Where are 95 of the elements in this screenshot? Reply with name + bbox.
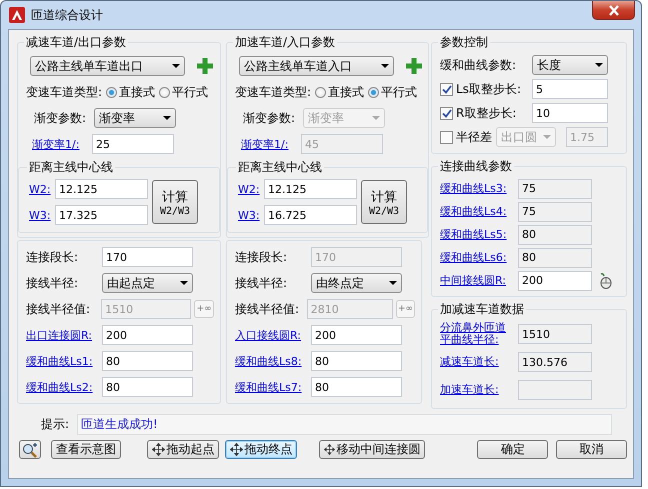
param-link[interactable]: 缓和曲线Ls1: [26, 354, 99, 368]
param-label: 接线半径: [235, 274, 288, 292]
calculate-button[interactable]: 计算 W2/W3 [361, 180, 407, 224]
ramp-type-dropdown[interactable]: 公路主线单车道出口 [30, 56, 185, 76]
caret-icon [163, 116, 171, 120]
hint-label: 提示: [41, 416, 70, 433]
caret-icon [172, 64, 180, 68]
move-icon [152, 442, 166, 457]
param-field[interactable]: 80 [311, 377, 402, 397]
checkmark-icon [442, 108, 452, 118]
width-field[interactable]: 12.125 [55, 179, 148, 199]
radius-mode-dropdown[interactable]: 由起点定 [102, 273, 193, 293]
param-label: 接线半径值: [26, 300, 92, 318]
move-icon [230, 442, 244, 457]
param-field[interactable]: 80 [102, 351, 193, 371]
taper-rate-field[interactable]: 25 [92, 134, 174, 154]
curve-param-label: 缓和曲线参数: [440, 56, 518, 74]
lane-data-link[interactable]: 减速车道长: [440, 356, 514, 368]
radius-mode-dropdown[interactable]: 由终点定 [311, 273, 402, 293]
radio-option[interactable]: 平行式 [159, 84, 208, 100]
group-title: 加减速车道数据 [439, 301, 525, 318]
param-field[interactable]: 200 [311, 325, 402, 345]
move-icon [324, 442, 336, 457]
window-title: 匝道综合设计 [31, 6, 103, 24]
width-field[interactable]: 17.325 [55, 205, 148, 225]
taper-param-label: 渐变参数: [243, 110, 295, 126]
zoom-button[interactable] [19, 440, 41, 459]
dialog-button[interactable]: 查看示意图 [50, 440, 122, 459]
width-link[interactable]: W2: [29, 182, 51, 196]
radio-option[interactable]: 直接式 [315, 84, 364, 100]
curve-link[interactable]: 中间接线圆R: [440, 273, 514, 288]
plus-icon[interactable] [197, 58, 213, 74]
caret-icon [180, 281, 188, 285]
step-field[interactable]: 5 [532, 79, 608, 99]
group-title: 加速车道/入口参数 [234, 34, 336, 51]
param-label: 接线半径: [26, 274, 80, 292]
param-field[interactable]: 80 [102, 377, 193, 397]
group-title: 距离主线中心线 [28, 159, 114, 176]
taper-dropdown[interactable]: 渐变率 [94, 108, 176, 128]
lane-data-link[interactable]: 加速车道长: [440, 384, 514, 396]
close-button[interactable] [592, 1, 635, 20]
hint-field: 匝道生成成功! [77, 414, 612, 435]
group-title: 参数控制 [439, 34, 489, 51]
lane-type-label: 变速车道类型: [235, 84, 312, 100]
mouse-icon[interactable] [598, 272, 612, 288]
param-label: 连接段长: [235, 248, 288, 266]
param-link[interactable]: 出口连接圆R: [26, 328, 99, 342]
step-checkbox[interactable]: Ls取整步长: [440, 80, 528, 98]
width-field[interactable]: 16.725 [264, 205, 357, 225]
magnifier-icon [22, 442, 38, 458]
step-checkbox[interactable]: R取整步长: [440, 104, 528, 122]
lane-data-field: 130.576 [518, 352, 592, 372]
param-label: 接线半径值: [235, 300, 300, 318]
param-field[interactable]: 200 [102, 325, 193, 345]
move-button[interactable]: 移动中间连接圆 [319, 440, 426, 459]
app-logo-icon [9, 7, 25, 23]
radio-option[interactable]: 平行式 [368, 84, 418, 100]
width-link[interactable]: W3: [238, 208, 260, 222]
radius-diff-checkbox[interactable]: 半径差 [440, 128, 492, 146]
caret-icon [381, 64, 389, 68]
dialog-button[interactable]: 确定 [477, 440, 548, 459]
close-icon [608, 4, 620, 16]
dialog-button[interactable]: 取消 [556, 440, 627, 459]
curve-field[interactable]: 200 [518, 270, 592, 290]
move-button[interactable]: 拖动终点 [225, 440, 298, 459]
group-title: 减速车道/出口参数 [25, 34, 128, 51]
caret-icon [372, 116, 380, 120]
taper-param-label: 渐变参数: [34, 110, 86, 126]
param-field[interactable]: 80 [311, 351, 402, 371]
caret-icon [543, 135, 551, 139]
calculate-button[interactable]: 计算 W2/W3 [152, 180, 198, 224]
step-field[interactable]: 10 [532, 103, 608, 123]
group-title: 连接曲线参数 [439, 158, 513, 175]
caret-icon [389, 281, 397, 285]
width-link[interactable]: W2: [238, 182, 260, 196]
taper-rate-link[interactable]: 渐变率1/: [32, 136, 84, 152]
width-field[interactable]: 12.125 [264, 179, 357, 199]
radio-option[interactable]: 直接式 [106, 84, 156, 100]
param-label: 连接段长: [26, 248, 80, 266]
param-link[interactable]: 入口接线圆R: [235, 328, 308, 342]
plus-icon[interactable] [406, 58, 422, 74]
checkmark-icon [442, 84, 452, 94]
param-field[interactable]: 170 [102, 247, 193, 267]
ramp-type-dropdown[interactable]: 公路主线单车道入口 [239, 56, 394, 76]
lane-data-field: 1510 [518, 324, 592, 344]
move-button[interactable]: 拖动起点 [147, 440, 220, 459]
lane-data-link[interactable]: 分流鼻外匝道平曲线半径: [440, 322, 514, 346]
lane-type-label: 变速车道类型: [26, 84, 102, 100]
param-link[interactable]: 缓和曲线Ls7: [235, 380, 308, 394]
param-link[interactable]: 缓和曲线Ls8: [235, 354, 308, 368]
caret-icon [595, 63, 603, 67]
group-title: 距离主线中心线 [237, 159, 323, 176]
width-link[interactable]: W3: [29, 208, 51, 222]
param-link[interactable]: 缓和曲线Ls2: [26, 380, 99, 394]
curve-param-dropdown[interactable]: 长度 [532, 55, 608, 75]
